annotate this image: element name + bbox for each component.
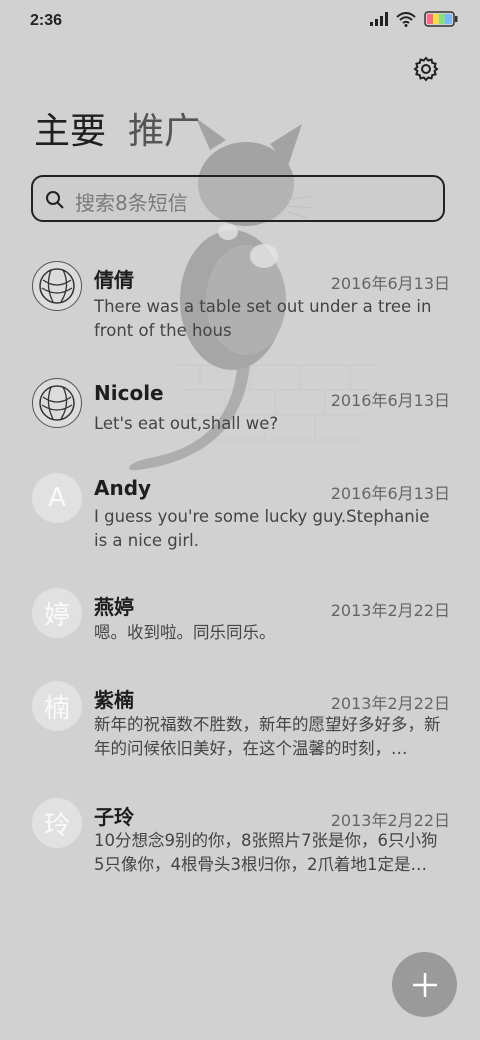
message-row-2[interactable]: A Andy 2016年6月13日 I guess you're some lu… bbox=[0, 470, 480, 570]
avatar bbox=[32, 378, 82, 428]
avatar: 婷 bbox=[32, 588, 82, 638]
message-row-4[interactable]: 楠 紫楠 2013年2月22日 新年的祝福数不胜数，新年的愿望好多好多，新年的问… bbox=[0, 680, 480, 780]
message-preview: I guess you're some lucky guy.Stephanie … bbox=[94, 507, 430, 550]
message-preview: There was a table set out under a tree i… bbox=[94, 297, 432, 340]
contact-name: 倩倩 bbox=[94, 268, 134, 292]
yarn-icon bbox=[39, 385, 75, 421]
message-preview: 新年的祝福数不胜数，新年的愿望好多好多，新年的问候依旧美好，在这个温馨的时刻，… bbox=[94, 715, 441, 758]
message-date: 2016年6月13日 bbox=[330, 274, 450, 293]
message-row-3[interactable]: 婷 燕婷 2013年2月22日 嗯。收到啦。同乐同乐。 bbox=[0, 587, 480, 667]
status-bar: 2:36 bbox=[0, 0, 480, 40]
message-row-5[interactable]: 玲 子玲 2013年2月22日 10分想念9别的你，8张照片7张是你，6只小狗5… bbox=[0, 797, 480, 897]
message-date: 2013年2月22日 bbox=[330, 811, 450, 830]
gear-icon bbox=[413, 56, 439, 82]
status-time: 2:36 bbox=[30, 12, 63, 29]
plus-icon bbox=[412, 972, 437, 997]
signal-icon bbox=[370, 12, 388, 26]
search-placeholder: 搜索8条短信 bbox=[75, 191, 188, 215]
message-date: 2013年2月22日 bbox=[330, 601, 450, 620]
message-date: 2016年6月13日 bbox=[330, 484, 450, 503]
message-row-0[interactable]: 倩倩 2016年6月13日 There was a table set out … bbox=[0, 258, 480, 358]
message-preview: 嗯。收到啦。同乐同乐。 bbox=[94, 623, 276, 642]
contact-name: Nicole bbox=[94, 381, 164, 405]
contact-name: Andy bbox=[94, 476, 152, 500]
contact-name: 紫楠 bbox=[94, 688, 134, 712]
status-icons bbox=[370, 11, 458, 27]
yarn-icon bbox=[39, 268, 75, 304]
battery-icon bbox=[424, 11, 458, 27]
message-preview: 10分想念9别的你，8张照片7张是你，6只小狗5只像你，4根骨头3根归你，2爪着… bbox=[94, 831, 438, 874]
message-preview: Let's eat out,shall we? bbox=[94, 414, 279, 433]
tab-bar: 主要 推广 bbox=[34, 110, 200, 154]
tab-primary[interactable]: 主要 bbox=[34, 110, 106, 154]
message-row-1[interactable]: Nicole 2016年6月13日 Let's eat out,shall we… bbox=[0, 375, 480, 455]
search-icon bbox=[46, 191, 64, 209]
settings-button[interactable] bbox=[413, 56, 439, 82]
contact-name: 子玲 bbox=[94, 805, 134, 829]
avatar: 楠 bbox=[32, 681, 82, 731]
message-date: 2016年6月13日 bbox=[330, 391, 450, 410]
wifi-icon bbox=[396, 11, 416, 27]
avatar: 玲 bbox=[32, 798, 82, 848]
message-date: 2013年2月22日 bbox=[330, 694, 450, 713]
new-message-button[interactable] bbox=[392, 952, 457, 1017]
tab-promotions[interactable]: 推广 bbox=[128, 110, 200, 154]
avatar bbox=[32, 261, 82, 311]
search-input[interactable]: 搜索8条短信 bbox=[31, 175, 445, 222]
contact-name: 燕婷 bbox=[94, 595, 134, 619]
avatar: A bbox=[32, 473, 82, 523]
